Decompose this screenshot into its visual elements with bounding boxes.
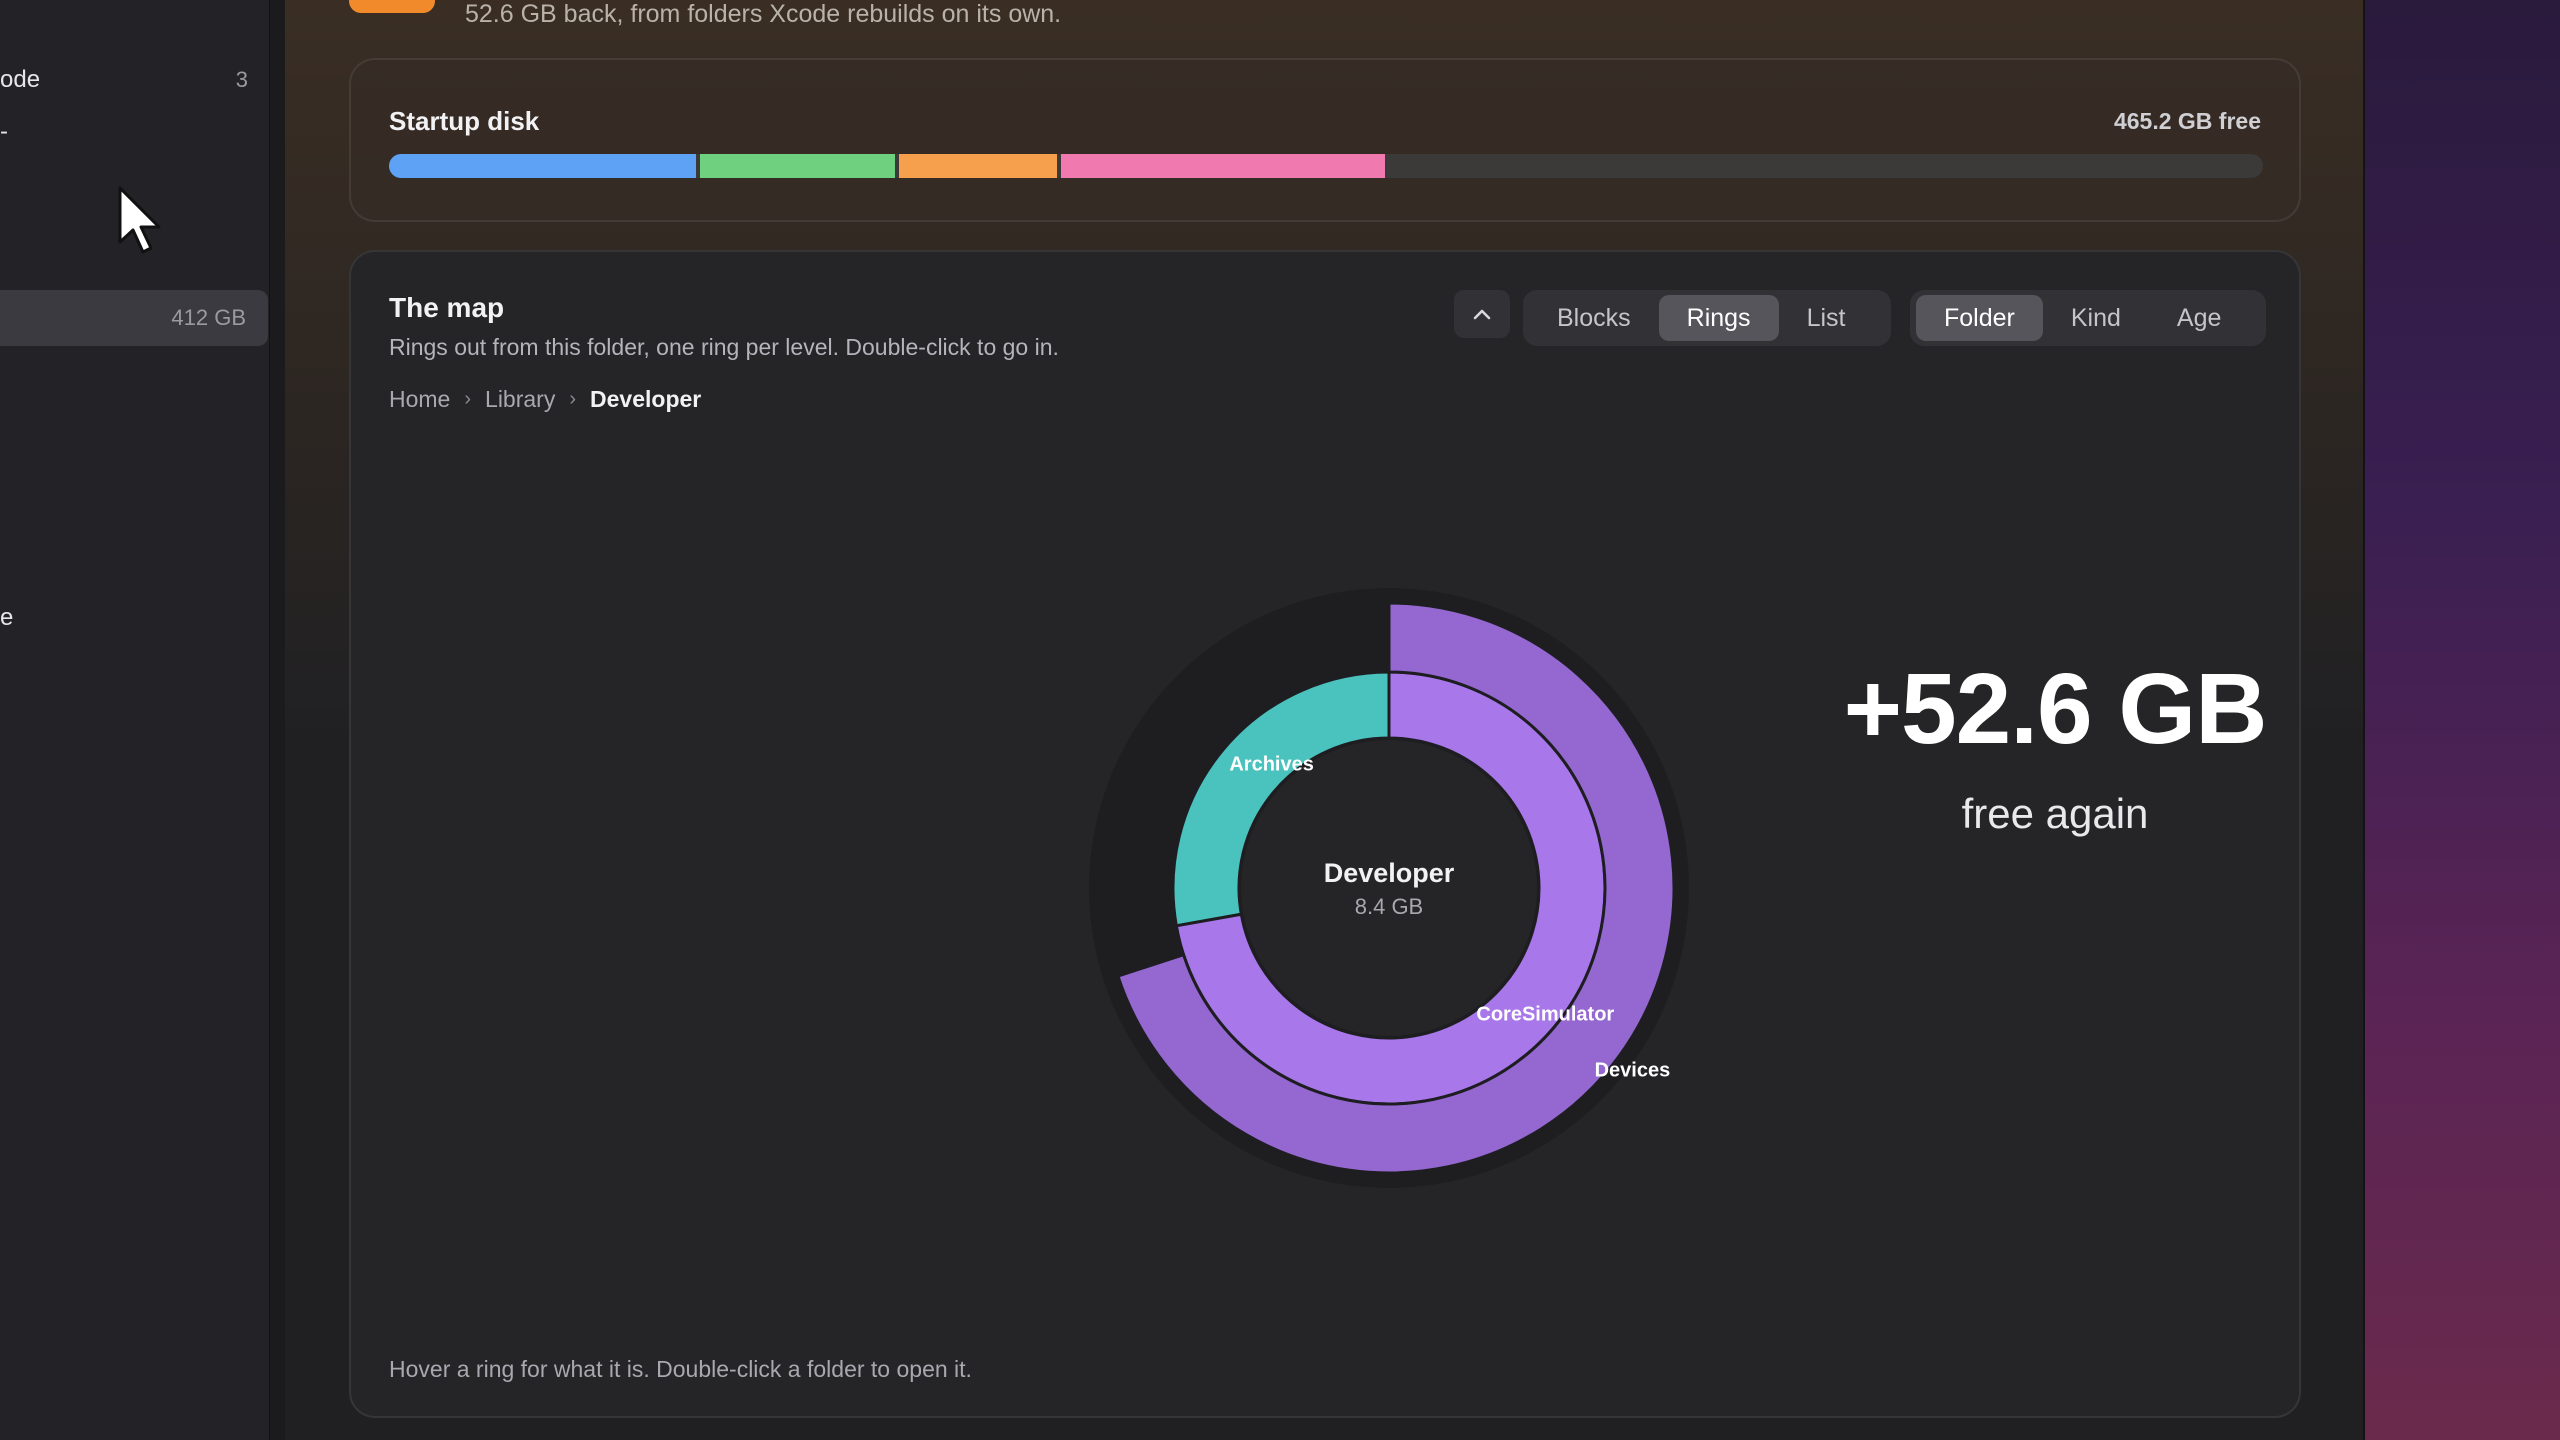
disk-segment-0 (389, 154, 697, 178)
startup-disk-title: Startup disk (389, 106, 540, 136)
map-footer-hint: Hover a ring for what it is. Double-clic… (389, 1356, 972, 1382)
rings-center-size: 8.4 GB (1355, 894, 1423, 919)
cleanup-summary: 52.6 GB back, from folders Xcode rebuild… (465, 0, 1062, 28)
disk-segment-1 (700, 154, 896, 178)
disk-segment-2 (899, 154, 1057, 178)
rings-center[interactable] (1241, 740, 1537, 1036)
sidebar-item-size: 412 GB (171, 305, 246, 330)
sidebar-item-xcode[interactable]: ode 3 (0, 52, 270, 108)
sidebar-item-label: - (0, 118, 8, 145)
startup-disk-card: Startup disk 465.2 GB free (349, 58, 2301, 222)
sidebar-item-count: 3 (235, 67, 248, 92)
main-panel: 52.6 GB back, from folders Xcode rebuild… (285, 0, 2363, 1440)
desktop-wallpaper (2364, 0, 2560, 1440)
mouse-pointer-icon (118, 186, 161, 254)
freed-space-caption: free again (1961, 790, 2149, 837)
cleanup-badge (349, 0, 435, 13)
sidebar-item-selected[interactable]: 412 GB (0, 290, 268, 346)
disk-segment-3 (1060, 154, 1385, 178)
sidebar-item-label: e (0, 604, 14, 631)
sidebar-item-4[interactable]: e (0, 590, 270, 646)
ring-label-archives: Archives (1229, 754, 1314, 776)
sidebar-item-2[interactable]: - (0, 104, 270, 160)
freed-space-amount: +52.6 GB (1843, 653, 2268, 765)
map-card: The map Rings out from this folder, one … (349, 250, 2301, 1418)
ring-label-devices: Devices (1595, 1060, 1671, 1082)
window-edge (2363, 0, 2365, 1440)
disk-usage-bar (389, 154, 2263, 178)
ring-label-coresimulator: CoreSimulator (1476, 1004, 1614, 1026)
startup-disk-free: 465.2 GB free (2113, 108, 2261, 134)
rings-center-name: Developer (1324, 858, 1455, 888)
sidebar-item-label: ode (0, 66, 41, 93)
